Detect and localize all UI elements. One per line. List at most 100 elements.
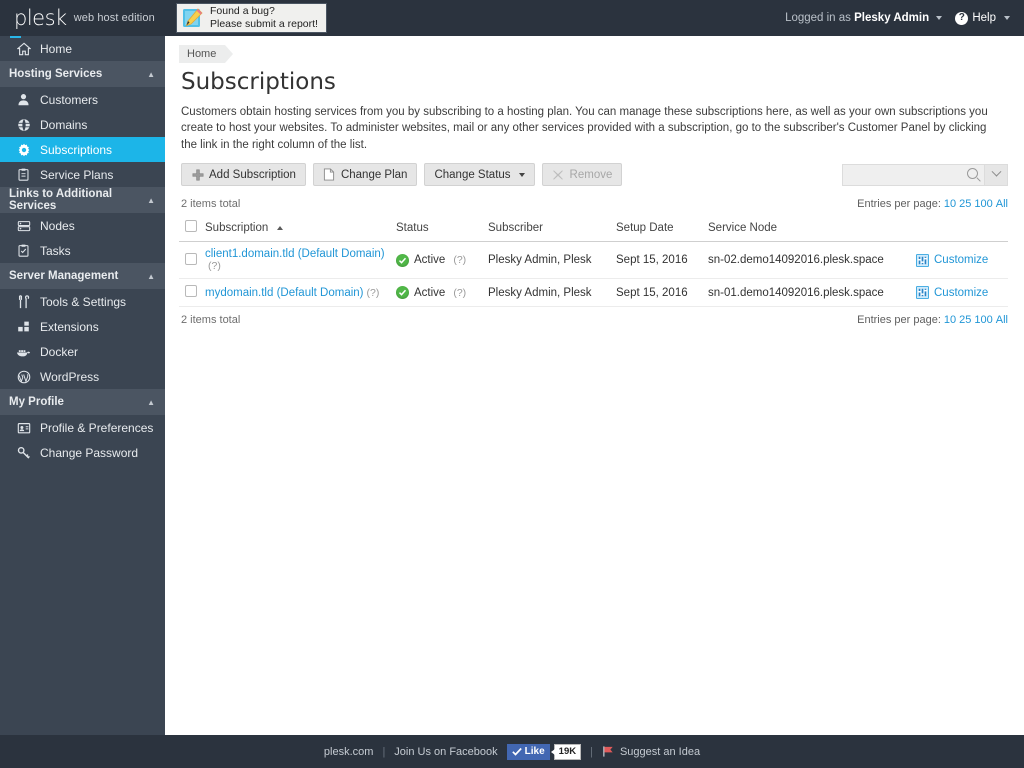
sidebar-item-home[interactable]: Home xyxy=(0,36,165,61)
sidebar-item-label: Tools & Settings xyxy=(40,294,127,309)
cell-subscriber: Plesky Admin, Plesk xyxy=(484,241,612,280)
remove-label: Remove xyxy=(569,168,613,181)
sidebar-item-service-plans[interactable]: Service Plans xyxy=(0,162,165,187)
sidebar-item-tasks[interactable]: Tasks xyxy=(0,238,165,263)
entries-option-10[interactable]: 10 xyxy=(944,198,956,210)
sidebar-item-extensions[interactable]: Extensions xyxy=(0,314,165,339)
column-header-service-node[interactable]: Service Node xyxy=(704,215,912,243)
bug-report-banner[interactable]: Found a bug? Please submit a report! xyxy=(176,3,327,33)
facebook-like-count: 19K xyxy=(550,743,582,760)
sidebar-section-links-additional-services[interactable]: Links to Additional Services ▲ xyxy=(0,187,165,213)
chevron-up-icon: ▲ xyxy=(147,195,155,205)
status-badge: Active (?) xyxy=(396,286,480,300)
add-subscription-button[interactable]: Add Subscription xyxy=(181,163,306,187)
sidebar-section-hosting-services[interactable]: Hosting Services ▲ xyxy=(0,61,165,87)
footer-plesk-link[interactable]: plesk.com xyxy=(324,746,374,758)
entries-option-25[interactable]: 25 xyxy=(959,314,971,326)
footer-separator: | xyxy=(590,745,593,758)
search-options-dropdown[interactable] xyxy=(984,163,1008,186)
entries-option-all[interactable]: All xyxy=(996,314,1008,326)
plesk-logo[interactable]: plesk web host edition xyxy=(0,7,165,38)
search-input[interactable] xyxy=(842,163,984,186)
sidebar-item-customers[interactable]: Customers xyxy=(0,87,165,112)
sidebar-section-server-management[interactable]: Server Management ▲ xyxy=(0,263,165,289)
cell-status: Active (?) xyxy=(392,278,484,308)
column-header-subscription[interactable]: Subscription xyxy=(201,215,392,243)
sliders-icon xyxy=(916,253,929,267)
cell-status: Active (?) xyxy=(392,241,484,280)
sidebar-section-label: My Profile xyxy=(9,396,64,408)
sidebar-item-subscriptions[interactable]: Subscriptions xyxy=(0,137,165,162)
cell-customize: Customize xyxy=(912,241,1008,280)
help-menu[interactable]: ? Help xyxy=(955,11,1010,25)
customize-label[interactable]: Customize xyxy=(934,287,988,299)
sidebar-item-label: Change Password xyxy=(40,445,139,460)
sidebar-item-profile-preferences[interactable]: Profile & Preferences xyxy=(0,415,165,440)
breadcrumb-item-home[interactable]: Home xyxy=(179,45,234,63)
entries-option-all[interactable]: All xyxy=(996,198,1008,210)
sort-ascending-icon xyxy=(276,225,283,230)
tools-icon xyxy=(16,294,31,309)
subscription-hint-icon[interactable]: (?) xyxy=(208,260,221,272)
entries-label: Entries per page: xyxy=(857,314,941,327)
entries-option-100[interactable]: 100 xyxy=(974,314,992,326)
top-header-bar: plesk web host edition Found a bug? Plea… xyxy=(0,0,1024,38)
user-name-menu[interactable]: Plesky Admin xyxy=(854,12,929,24)
column-header-setup-date[interactable]: Setup Date xyxy=(612,215,704,243)
customize-link[interactable]: Customize xyxy=(916,286,1004,300)
status-label: Active xyxy=(414,286,446,299)
entries-option-100[interactable]: 100 xyxy=(974,198,992,210)
sidebar-item-nodes[interactable]: Nodes xyxy=(0,213,165,238)
footer-facebook-link[interactable]: Join Us on Facebook xyxy=(394,746,497,758)
sidebar-section-my-profile[interactable]: My Profile ▲ xyxy=(0,389,165,415)
subscription-link[interactable]: mydomain.tld (Default Domain) xyxy=(205,287,364,299)
sidebar-item-label: Nodes xyxy=(40,218,75,233)
footer-separator: | xyxy=(382,745,386,758)
suggest-idea-label: Suggest an Idea xyxy=(619,745,701,758)
status-hint-icon[interactable]: (?) xyxy=(453,287,466,299)
wordpress-icon xyxy=(16,369,31,384)
flag-icon xyxy=(603,746,613,757)
status-hint-icon[interactable]: (?) xyxy=(453,254,466,266)
check-circle-icon xyxy=(396,253,409,267)
table-row[interactable]: mydomain.tld (Default Domain) (?) Active … xyxy=(179,278,1008,308)
change-status-label: Change Status xyxy=(434,168,511,181)
column-header-subscriber[interactable]: Subscriber xyxy=(484,215,612,243)
sidebar-item-label: Extensions xyxy=(40,319,99,334)
search-group xyxy=(842,163,1008,186)
chevron-down-icon[interactable] xyxy=(936,15,943,20)
customize-link[interactable]: Customize xyxy=(916,253,1004,267)
customize-label[interactable]: Customize xyxy=(934,254,988,266)
sidebar-section-label: Server Management xyxy=(9,270,119,282)
facebook-like-button[interactable]: Like xyxy=(506,743,550,760)
change-status-button[interactable]: Change Status xyxy=(424,163,535,187)
logged-in-status: Logged in as Plesky Admin xyxy=(785,12,943,24)
sliders-icon xyxy=(916,286,929,300)
docker-whale-icon xyxy=(16,344,31,359)
sidebar-item-docker[interactable]: Docker xyxy=(0,339,165,364)
select-all-checkbox[interactable] xyxy=(185,220,197,233)
home-icon xyxy=(16,41,31,56)
sidebar-item-wordpress[interactable]: WordPress xyxy=(0,364,165,389)
column-header-status[interactable]: Status xyxy=(392,215,484,243)
subscription-link[interactable]: client1.domain.tld (Default Domain) xyxy=(205,248,385,260)
suggest-idea-link[interactable]: Suggest an Idea xyxy=(602,745,700,758)
sidebar-item-change-password[interactable]: Change Password xyxy=(0,440,165,465)
blocks-icon xyxy=(16,319,31,334)
entries-option-25[interactable]: 25 xyxy=(959,198,971,210)
table-header-row: Subscription Status Subscriber Setup Dat… xyxy=(179,215,1008,243)
sidebar-item-domains[interactable]: Domains xyxy=(0,112,165,137)
remove-button[interactable]: Remove xyxy=(541,163,623,187)
bug-banner-line1: Found a bug? xyxy=(210,5,275,18)
question-circle-icon: ? xyxy=(955,11,969,25)
subscription-hint-icon[interactable]: (?) xyxy=(367,287,380,299)
search-icon[interactable] xyxy=(967,167,978,179)
table-row[interactable]: client1.domain.tld (Default Domain)(?) A… xyxy=(179,241,1008,280)
entries-option-10[interactable]: 10 xyxy=(944,314,956,326)
change-plan-button[interactable]: Change Plan xyxy=(312,163,418,187)
add-subscription-label: Add Subscription xyxy=(209,168,296,181)
row-select-cell xyxy=(179,241,201,280)
sidebar-item-tools-and-settings[interactable]: Tools & Settings xyxy=(0,289,165,314)
row-checkbox[interactable] xyxy=(185,252,197,265)
row-checkbox[interactable] xyxy=(185,285,197,298)
